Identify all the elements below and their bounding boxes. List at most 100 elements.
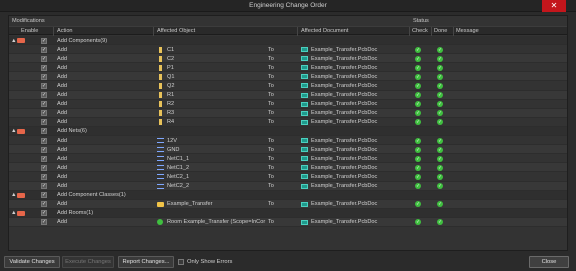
group-row[interactable]: ▲ ✓ Add Components(9) bbox=[9, 36, 567, 46]
affected-object-cell: GND bbox=[167, 146, 180, 153]
title-bar: Engineering Change Order ✕ bbox=[0, 0, 576, 12]
pcb-document-icon bbox=[301, 56, 308, 62]
col-affected-object[interactable]: Affected Object bbox=[157, 28, 195, 34]
changes-table-body: ▲ ✓ Add Components(9) ✓ Add C1 To Example_Trans… bbox=[9, 36, 567, 227]
enable-checkbox[interactable]: ✓ bbox=[41, 55, 47, 62]
change-row[interactable]: ✓ Add C1 To Example_Transfer.PcbDoc ✓ ✓ bbox=[9, 45, 567, 55]
to-cell: To bbox=[268, 183, 274, 189]
done-ok-icon: ✓ bbox=[437, 73, 443, 80]
change-row[interactable]: ✓ Add Q1 To Example_Transfer.PcbDoc ✓ ✓ bbox=[9, 72, 567, 82]
group-icon bbox=[17, 128, 25, 134]
change-row[interactable]: ✓ Add P1 To Example_Transfer.PcbDoc ✓ ✓ bbox=[9, 63, 567, 73]
col-affected-document[interactable]: Affected Document bbox=[301, 28, 348, 34]
enable-checkbox[interactable]: ✓ bbox=[41, 110, 47, 117]
change-row[interactable]: ✓ Add Room Example_Transfer (Scope=InCor To… bbox=[9, 217, 567, 227]
enable-checkbox[interactable]: ✓ bbox=[41, 201, 47, 208]
affected-document-cell: Example_Transfer.PcbDoc bbox=[311, 183, 378, 189]
affected-document-cell: Example_Transfer.PcbDoc bbox=[311, 164, 378, 171]
affected-document-cell: Example_Transfer.PcbDoc bbox=[311, 146, 378, 153]
enable-checkbox[interactable]: ✓ bbox=[41, 183, 47, 189]
change-row[interactable]: ✓ Add C2 To Example_Transfer.PcbDoc ✓ ✓ bbox=[9, 54, 567, 64]
table-header: Enable Action Affected Object Affected D… bbox=[9, 26, 567, 36]
group-row[interactable]: ▲ ✓ Add Rooms(1) bbox=[9, 208, 567, 218]
done-ok-icon: ✓ bbox=[437, 137, 443, 144]
enable-checkbox[interactable]: ✓ bbox=[41, 73, 47, 80]
enable-checkbox[interactable]: ✓ bbox=[41, 219, 47, 226]
group-row[interactable]: ▲ ✓ Add Nets(6) bbox=[9, 126, 567, 137]
change-row[interactable]: ✓ Add Example_Transfer To Example_Transfer.P… bbox=[9, 199, 567, 209]
component-icon bbox=[159, 64, 162, 71]
change-row[interactable]: ✓ Add R4 To Example_Transfer.PcbDoc ✓ ✓ bbox=[9, 117, 567, 127]
collapse-icon[interactable]: ▲ bbox=[11, 38, 17, 44]
enable-checkbox[interactable]: ✓ bbox=[41, 164, 47, 171]
group-row[interactable]: ▲ ✓ Add Component Classes(1) bbox=[9, 190, 567, 200]
enable-checkbox[interactable]: ✓ bbox=[41, 210, 47, 217]
enable-checkbox[interactable]: ✓ bbox=[41, 146, 47, 153]
enable-checkbox[interactable]: ✓ bbox=[41, 155, 47, 162]
group-icon bbox=[17, 192, 25, 198]
collapse-icon[interactable]: ▲ bbox=[11, 128, 17, 134]
affected-document-cell: Example_Transfer.PcbDoc bbox=[311, 119, 378, 126]
action-cell: Add bbox=[57, 101, 67, 108]
execute-changes-button[interactable]: Execute Changes bbox=[62, 256, 114, 268]
enable-checkbox[interactable]: ✓ bbox=[41, 137, 47, 144]
enable-checkbox[interactable]: ✓ bbox=[41, 101, 47, 108]
change-row[interactable]: ✓ Add GND To Example_Transfer.PcbDoc ✓ ✓ bbox=[9, 145, 567, 155]
to-cell: To bbox=[268, 201, 274, 208]
affected-object-cell: R3 bbox=[167, 110, 175, 117]
check-ok-icon: ✓ bbox=[415, 64, 421, 71]
affected-document-cell: Example_Transfer.PcbDoc bbox=[311, 46, 378, 53]
only-show-errors-checkbox[interactable] bbox=[178, 259, 184, 265]
collapse-icon[interactable]: ▲ bbox=[11, 210, 17, 216]
enable-checkbox[interactable]: ✓ bbox=[41, 46, 47, 53]
col-message[interactable]: Message bbox=[456, 28, 479, 34]
enable-checkbox[interactable]: ✓ bbox=[41, 92, 47, 99]
group-label: Add Component Classes(1) bbox=[57, 192, 126, 199]
action-cell: Add bbox=[57, 137, 67, 144]
affected-object-cell: C2 bbox=[167, 55, 175, 62]
net-icon bbox=[157, 165, 164, 171]
col-action[interactable]: Action bbox=[57, 28, 73, 34]
change-row[interactable]: ✓ Add NetC1_2 To Example_Transfer.PcbDoc ✓ ✓ bbox=[9, 163, 567, 173]
room-icon bbox=[157, 219, 163, 226]
change-row[interactable]: ✓ Add R2 To Example_Transfer.PcbDoc ✓ ✓ bbox=[9, 99, 567, 109]
change-row[interactable]: ✓ Add NetC2_2 To Example_Transfer.PcbDoc ✓ ✓ bbox=[9, 181, 567, 191]
pcb-document-icon bbox=[301, 174, 308, 180]
window-close-button[interactable]: ✕ bbox=[542, 0, 566, 12]
affected-document-cell: Example_Transfer.PcbDoc bbox=[311, 92, 378, 99]
change-row[interactable]: ✓ Add NetC1_1 To Example_Transfer.PcbDoc ✓ ✓ bbox=[9, 154, 567, 164]
enable-checkbox[interactable]: ✓ bbox=[41, 119, 47, 126]
change-row[interactable]: ✓ Add R3 To Example_Transfer.PcbDoc ✓ ✓ bbox=[9, 108, 567, 118]
collapse-icon[interactable]: ▲ bbox=[11, 192, 17, 198]
check-ok-icon: ✓ bbox=[415, 82, 421, 89]
check-ok-icon: ✓ bbox=[415, 164, 421, 171]
change-row[interactable]: ✓ Add 12V To Example_Transfer.PcbDoc ✓ ✓ bbox=[9, 136, 567, 146]
group-label: Add Rooms(1) bbox=[57, 210, 94, 217]
validate-changes-button[interactable]: Validate Changes bbox=[4, 256, 60, 268]
enable-checkbox[interactable]: ✓ bbox=[41, 64, 47, 71]
affected-object-cell: R2 bbox=[167, 101, 175, 108]
affected-object-cell: C1 bbox=[167, 46, 175, 53]
net-icon bbox=[157, 174, 164, 180]
close-button[interactable]: Close bbox=[529, 256, 569, 268]
change-row[interactable]: ✓ Add R1 To Example_Transfer.PcbDoc ✓ ✓ bbox=[9, 90, 567, 100]
group-label: Add Nets(6) bbox=[57, 128, 87, 135]
enable-checkbox[interactable]: ✓ bbox=[41, 82, 47, 89]
enable-checkbox[interactable]: ✓ bbox=[41, 192, 47, 199]
to-cell: To bbox=[268, 82, 274, 89]
enable-checkbox[interactable]: ✓ bbox=[41, 128, 47, 135]
enable-checkbox[interactable]: ✓ bbox=[41, 37, 47, 44]
affected-document-cell: Example_Transfer.PcbDoc bbox=[311, 173, 378, 180]
to-cell: To bbox=[268, 110, 274, 117]
report-changes-button[interactable]: Report Changes... bbox=[118, 256, 174, 268]
affected-object-cell: P1 bbox=[167, 64, 174, 71]
col-enable[interactable]: Enable bbox=[21, 28, 38, 34]
col-check[interactable]: Check bbox=[412, 28, 428, 34]
change-row[interactable]: ✓ Add NetC2_1 To Example_Transfer.PcbDoc ✓ ✓ bbox=[9, 172, 567, 182]
component-icon bbox=[159, 73, 162, 80]
enable-checkbox[interactable]: ✓ bbox=[41, 173, 47, 180]
affected-object-cell: NetC1_2 bbox=[167, 164, 190, 171]
change-row[interactable]: ✓ Add Q2 To Example_Transfer.PcbDoc ✓ ✓ bbox=[9, 81, 567, 91]
changes-panel: Modifications Status Enable Action Affec… bbox=[8, 15, 568, 251]
col-done[interactable]: Done bbox=[434, 28, 447, 34]
